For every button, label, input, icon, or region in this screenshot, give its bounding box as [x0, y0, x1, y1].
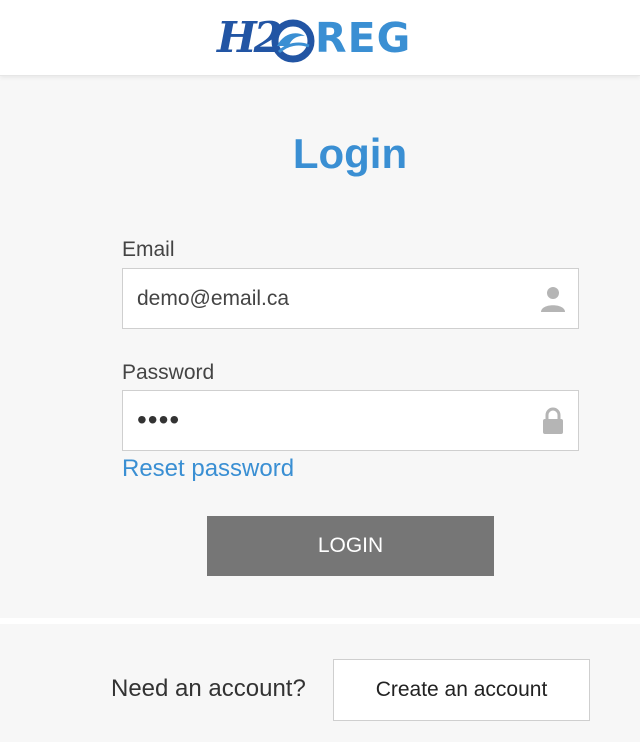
email-field[interactable] [123, 269, 533, 328]
password-field[interactable]: •••• [122, 390, 579, 451]
logo-wave-o-icon [271, 19, 315, 63]
password-masked-value: •••• [137, 404, 181, 435]
logo-reg-text: REG [315, 14, 412, 62]
signup-footer: Need an account? Create an account [0, 624, 640, 742]
page-title: Login [292, 130, 408, 177]
login-button[interactable]: LOGIN [207, 516, 494, 576]
site-header: H2 REG [0, 0, 640, 76]
reset-password-link[interactable]: Reset password [122, 454, 294, 484]
email-label: Email [122, 238, 175, 261]
login-panel: Login Email Password •••• Reset password… [0, 92, 640, 618]
password-label: Password [122, 361, 215, 384]
email-field-wrapper [122, 268, 579, 329]
need-account-text: Need an account? [111, 675, 306, 702]
create-account-button[interactable]: Create an account [333, 659, 590, 721]
lock-icon [543, 407, 563, 434]
h2oreg-logo[interactable]: H2 REG [217, 10, 413, 66]
user-icon [541, 287, 565, 312]
